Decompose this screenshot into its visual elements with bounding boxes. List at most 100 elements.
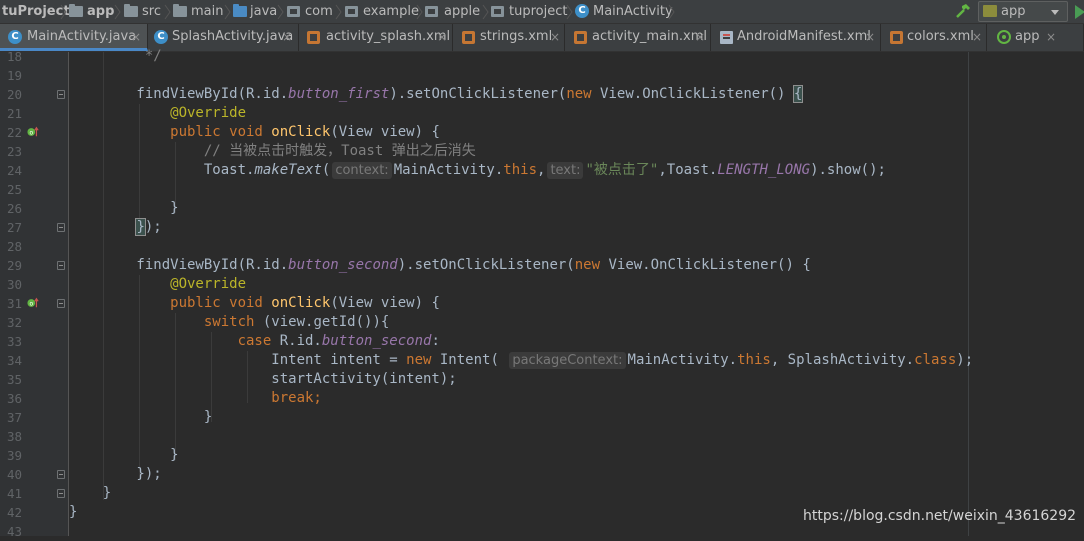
- code-line[interactable]: Toast.makeText(context: MainActivity.this…: [69, 161, 886, 180]
- code-token: ,Toast.: [658, 162, 718, 178]
- code-token: ).setOnClickListener(: [389, 86, 567, 102]
- tab-label: activity_main.xml: [592, 29, 708, 44]
- line-number: 21: [6, 106, 22, 121]
- module-folder-icon: [69, 4, 83, 17]
- tab-activity-main-xml[interactable]: activity_main.xml ×: [565, 24, 711, 51]
- code-token: public void: [69, 295, 272, 311]
- code-line[interactable]: @Override: [69, 275, 246, 294]
- breadcrumb-tuproject[interactable]: tuproject: [509, 0, 567, 23]
- code-token: R.id.: [279, 333, 322, 349]
- breadcrumb-com[interactable]: com: [305, 0, 333, 23]
- tab-strings-xml[interactable]: strings.xml ×: [453, 24, 565, 51]
- java-class-icon: C: [8, 30, 22, 44]
- breadcrumb-src[interactable]: src: [142, 0, 161, 23]
- run-play-icon[interactable]: [1075, 5, 1084, 19]
- source-folder-icon: [233, 4, 247, 17]
- breadcrumb-example[interactable]: example: [363, 0, 419, 23]
- code-line[interactable]: public void onClick(View view) {: [69, 123, 440, 142]
- parameter-hint: packageContext:: [509, 352, 626, 369]
- code-token: this: [503, 162, 537, 178]
- tab-label: SplashActivity.java: [172, 29, 294, 44]
- code-token: // 当被点击时触发，Toast 弹出之后消失: [69, 143, 476, 159]
- code-line[interactable]: */: [69, 47, 162, 66]
- tab-label: colors.xml: [907, 29, 974, 44]
- tab-activity-splash-xml[interactable]: activity_splash.xml ×: [299, 24, 453, 51]
- tab-splashactivity-java[interactable]: C SplashActivity.java ×: [148, 24, 299, 51]
- breadcrumb-main[interactable]: main: [191, 0, 223, 23]
- fold-toggle-icon[interactable]: [57, 223, 65, 232]
- code-line[interactable]: switch (view.getId()){: [69, 313, 389, 332]
- run-configuration-select[interactable]: app: [978, 1, 1068, 22]
- code-line[interactable]: }: [69, 199, 179, 218]
- fold-toggle-icon[interactable]: [57, 261, 65, 270]
- code-line[interactable]: startActivity(intent);: [69, 370, 456, 389]
- line-number: 24: [6, 163, 22, 178]
- breadcrumb-java[interactable]: java: [250, 0, 277, 23]
- code-line[interactable]: });: [69, 218, 162, 237]
- breadcrumb-separator-icon: [224, 4, 231, 20]
- breadcrumb-app[interactable]: app: [87, 0, 114, 23]
- close-icon[interactable]: ×: [437, 24, 447, 50]
- line-number: 39: [6, 448, 22, 463]
- breadcrumb-separator-icon: [164, 4, 171, 20]
- code-token: @Override: [69, 105, 247, 121]
- close-icon[interactable]: ×: [550, 24, 560, 50]
- override-method-icon[interactable]: o: [27, 126, 39, 138]
- code-line[interactable]: @Override: [69, 104, 246, 123]
- code-line[interactable]: }: [69, 503, 77, 522]
- breadcrumb-separator-icon: [60, 4, 67, 20]
- tab-label: activity_splash.xml: [326, 29, 451, 44]
- fold-toggle-icon[interactable]: [57, 470, 65, 479]
- line-number: 40: [6, 467, 22, 482]
- code-token: case: [69, 333, 280, 349]
- java-class-icon: C: [154, 30, 168, 44]
- close-icon[interactable]: ×: [865, 24, 875, 50]
- code-line[interactable]: break;: [69, 389, 322, 408]
- tab-app-gradle[interactable]: app ×: [987, 24, 1084, 51]
- tab-androidmanifest-xml[interactable]: AndroidManifest.xml ×: [711, 24, 881, 51]
- code-line[interactable]: findViewById(R.id.button_second).setOnCl…: [69, 256, 810, 275]
- code-token: MainActivity.: [393, 162, 504, 178]
- code-line[interactable]: case R.id.button_second:: [69, 332, 440, 351]
- code-line[interactable]: // 当被点击时触发，Toast 弹出之后消失: [69, 142, 476, 161]
- code-token: new: [566, 86, 601, 102]
- breadcrumb-apple[interactable]: apple: [444, 0, 480, 23]
- close-icon[interactable]: ×: [695, 24, 705, 50]
- close-icon[interactable]: ×: [972, 24, 982, 50]
- code-line[interactable]: });: [69, 465, 161, 484]
- package-icon: [491, 6, 504, 17]
- code-token: this: [737, 352, 771, 368]
- code-token: {: [792, 85, 804, 103]
- breadcrumb-separator-icon: [114, 4, 121, 20]
- breadcrumb-separator-icon: [566, 4, 573, 20]
- line-number: 42: [6, 505, 22, 520]
- code-line[interactable]: }: [69, 484, 111, 503]
- editor-tab-bar: C MainActivity.java × C SplashActivity.j…: [0, 24, 1084, 52]
- xml-icon: [462, 31, 475, 44]
- code-token: @Override: [69, 276, 247, 292]
- code-line[interactable]: }: [69, 446, 179, 465]
- build-hammer-icon[interactable]: [955, 3, 971, 19]
- code-token: findViewById(R.id.: [69, 86, 289, 102]
- code-token: );: [956, 352, 974, 368]
- code-line[interactable]: findViewById(R.id.button_first).setOnCli…: [69, 85, 804, 104]
- code-line[interactable]: public void onClick(View view) {: [69, 294, 440, 313]
- code-line[interactable]: }: [69, 408, 212, 427]
- code-token: }: [69, 447, 179, 463]
- breadcrumb-mainactivity[interactable]: MainActivity: [593, 0, 673, 23]
- class-icon: C: [575, 4, 589, 18]
- fold-toggle-icon[interactable]: [57, 489, 65, 498]
- fold-toggle-icon[interactable]: [57, 299, 65, 308]
- code-token: MainActivity.: [627, 352, 738, 368]
- code-line[interactable]: Intent intent = new Intent( packageConte…: [69, 351, 973, 370]
- close-icon[interactable]: ×: [282, 24, 292, 50]
- chevron-down-icon: [1051, 10, 1059, 15]
- tab-colors-xml[interactable]: colors.xml ×: [881, 24, 987, 51]
- override-method-icon[interactable]: o: [27, 297, 39, 309]
- code-token: (View view) {: [330, 295, 440, 311]
- code-token: findViewById(R.id.: [69, 257, 289, 273]
- code-token: }: [69, 200, 179, 216]
- close-icon[interactable]: ×: [1046, 24, 1056, 50]
- fold-toggle-icon[interactable]: [57, 90, 65, 99]
- package-icon: [425, 6, 438, 17]
